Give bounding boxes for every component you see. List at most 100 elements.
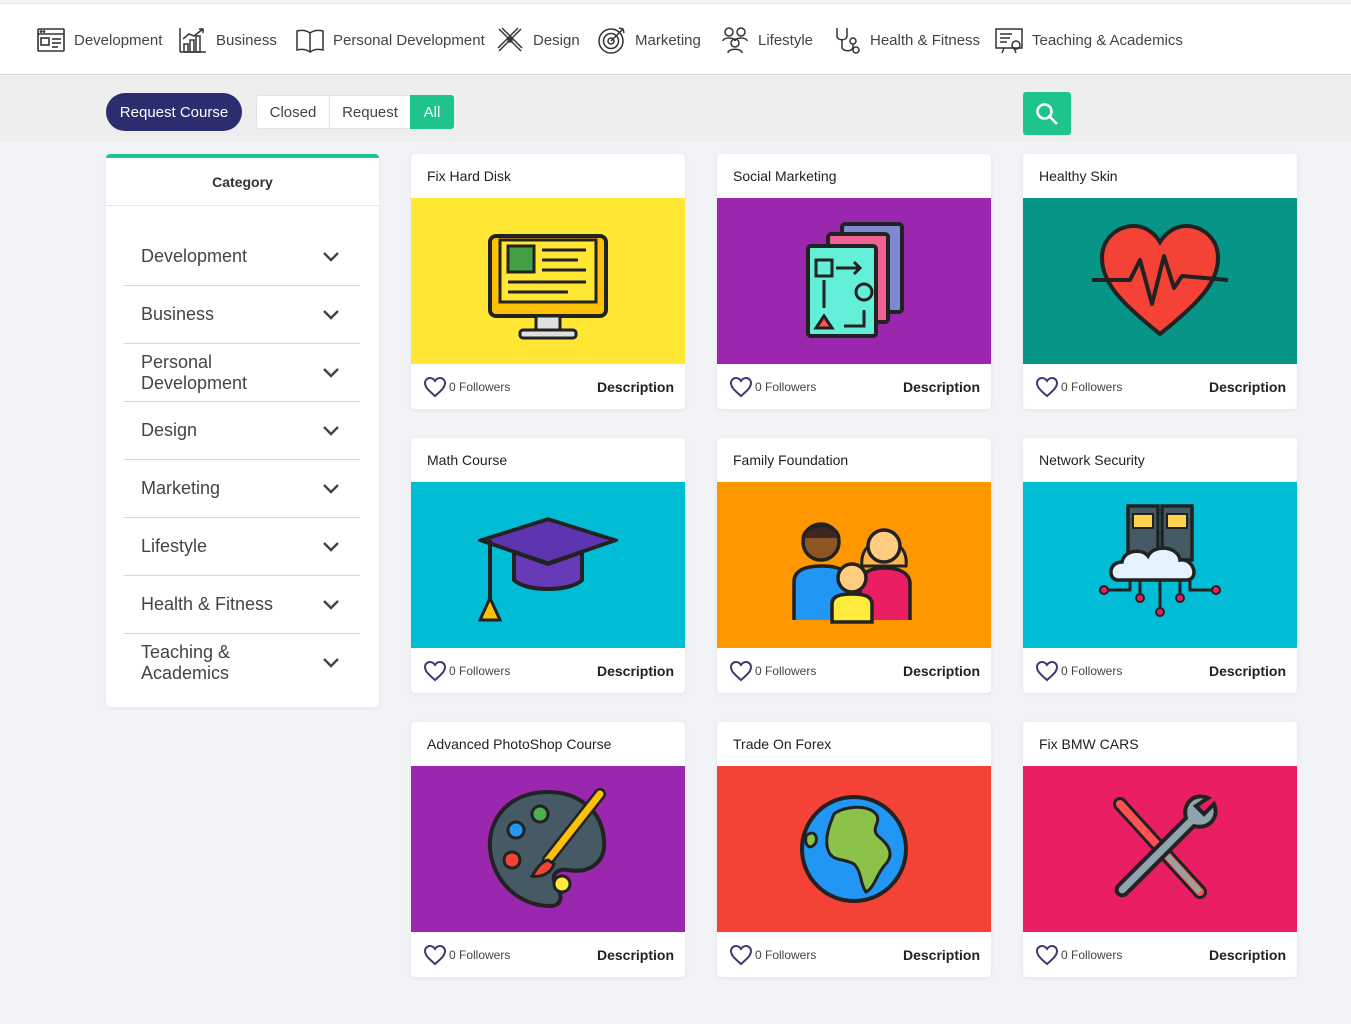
nav-item-marketing[interactable]: Marketing [597,4,701,76]
card-image[interactable] [717,482,991,648]
nav-item-development[interactable]: Development [36,4,162,76]
chevron-down-icon [323,425,339,436]
description-link[interactable]: Description [903,379,980,395]
followers-count: 0 Followers [1061,947,1123,962]
description-link[interactable]: Description [903,663,980,679]
description-link[interactable]: Description [1209,947,1286,963]
nav-item-design[interactable]: Design [495,4,580,76]
sidebar-item-label: Health & Fitness [141,594,274,614]
course-card[interactable]: Advanced PhotoShop Course 0 Followers De… [411,722,685,977]
search-button[interactable] [1023,92,1071,135]
sidebar-title: Category [106,158,379,206]
card-title: Social Marketing [733,168,837,184]
course-card[interactable]: Social Marketing 0 Followers Description [717,154,991,409]
follow-button[interactable]: 0 Followers [423,944,510,966]
card-title: Family Foundation [733,452,849,468]
description-link[interactable]: Description [597,379,674,395]
follow-button[interactable]: 0 Followers [1035,944,1122,966]
card-title: Math Course [427,452,508,468]
sidebar-item-teaching-academics[interactable]: Teaching & Academics [124,634,360,692]
nav-item-business[interactable]: Business [178,4,277,76]
card-title: Fix Hard Disk [427,168,512,184]
nav-label: Personal Development [333,31,485,49]
filter-all[interactable]: All [410,95,454,129]
nav-item-teaching-academics[interactable]: Teaching & Academics [994,4,1183,76]
description-link[interactable]: Description [903,947,980,963]
follow-button[interactable]: 0 Followers [1035,376,1122,398]
card-image[interactable] [1023,766,1297,932]
card-title: Fix BMW CARS [1039,736,1139,752]
chevron-down-icon [323,541,339,552]
sidebar-item-lifestyle[interactable]: Lifestyle [124,518,360,576]
development-icon [37,28,65,52]
filter-request[interactable]: Request [329,95,411,129]
heart-outline-icon [1035,376,1059,397]
sidebar-item-personal-development[interactable]: Personal Development [124,344,360,402]
chevron-down-icon [323,309,339,320]
heart-outline-icon [729,944,753,965]
graduation-cap-icon [478,517,618,622]
sidebar-item-design[interactable]: Design [124,402,360,460]
nav-label: Teaching & Academics [1032,31,1183,49]
sidebar-item-label: Teaching & Academics [141,642,231,683]
chevron-down-icon [323,599,339,610]
description-link[interactable]: Description [1209,379,1286,395]
nav-label: Lifestyle [758,31,814,49]
search-icon [1036,102,1058,125]
filter-closed[interactable]: Closed [256,95,330,129]
palette-icon [487,788,607,909]
chevron-down-icon [323,658,339,668]
card-image[interactable] [1023,482,1297,648]
sidebar-item-business[interactable]: Business [124,286,360,344]
card-image[interactable] [717,198,991,364]
category-sidebar: Category Development Business Personal D… [106,154,379,707]
follow-button[interactable]: 0 Followers [423,660,510,682]
course-card[interactable]: Math Course 0 Followers Description [411,438,685,693]
follow-button[interactable]: 0 Followers [729,944,816,966]
card-image[interactable] [717,766,991,932]
follow-button[interactable]: 0 Followers [1035,660,1122,682]
follow-button[interactable]: 0 Followers [729,660,816,682]
sidebar-item-health-fitness[interactable]: Health & Fitness [124,576,360,634]
card-image[interactable] [411,198,685,364]
follow-button[interactable]: 0 Followers [423,376,510,398]
card-image[interactable] [411,482,685,648]
card-title: Healthy Skin [1039,168,1118,184]
nav-item-health-fitness[interactable]: Health & Fitness [832,4,980,76]
chevron-down-icon [323,483,339,494]
cloud-server-icon [1099,504,1221,617]
card-image[interactable] [1023,198,1297,364]
nav-label: Design [533,31,580,49]
chevron-down-icon [323,367,339,378]
sidebar-item-label: Lifestyle [141,536,208,556]
description-link[interactable]: Description [1209,663,1286,679]
request-course-button[interactable]: Request Course [106,93,242,131]
sidebar-item-label: Personal Development [141,351,248,393]
globe-icon [800,795,908,903]
filter-bar: Request Course Closed Request All [0,76,1351,142]
follow-button[interactable]: 0 Followers [729,376,816,398]
followers-count: 0 Followers [449,663,511,678]
course-card[interactable]: Network Security 0 Followers Description [1023,438,1297,693]
followers-count: 0 Followers [755,947,817,962]
card-footer: 0 Followers Description [411,648,685,693]
card-footer: 0 Followers Description [717,648,991,693]
course-card[interactable]: Fix BMW CARS 0 Followers Description [1023,722,1297,977]
description-link[interactable]: Description [597,663,674,679]
sidebar-item-marketing[interactable]: Marketing [124,460,360,518]
course-card[interactable]: Trade On Forex 0 Followers Description [717,722,991,977]
nav-item-personal-development[interactable]: Personal Development [295,4,485,76]
tools-icon [1113,794,1218,899]
card-footer: 0 Followers Description [1023,364,1297,409]
sidebar-item-development[interactable]: Development [124,228,360,286]
sidebar-item-label: Marketing [141,478,221,498]
course-card[interactable]: Family Foundation 0 Followers Descriptio… [717,438,991,693]
course-card[interactable]: Healthy Skin 0 Followers Description [1023,154,1297,409]
nav-item-lifestyle[interactable]: Lifestyle [720,4,813,76]
card-image[interactable] [411,766,685,932]
heart-outline-icon [423,376,447,397]
heart-outline-icon [423,944,447,965]
course-card[interactable]: Fix Hard Disk 0 Followers Description [411,154,685,409]
description-link[interactable]: Description [597,947,674,963]
card-footer: 0 Followers Description [411,932,685,977]
